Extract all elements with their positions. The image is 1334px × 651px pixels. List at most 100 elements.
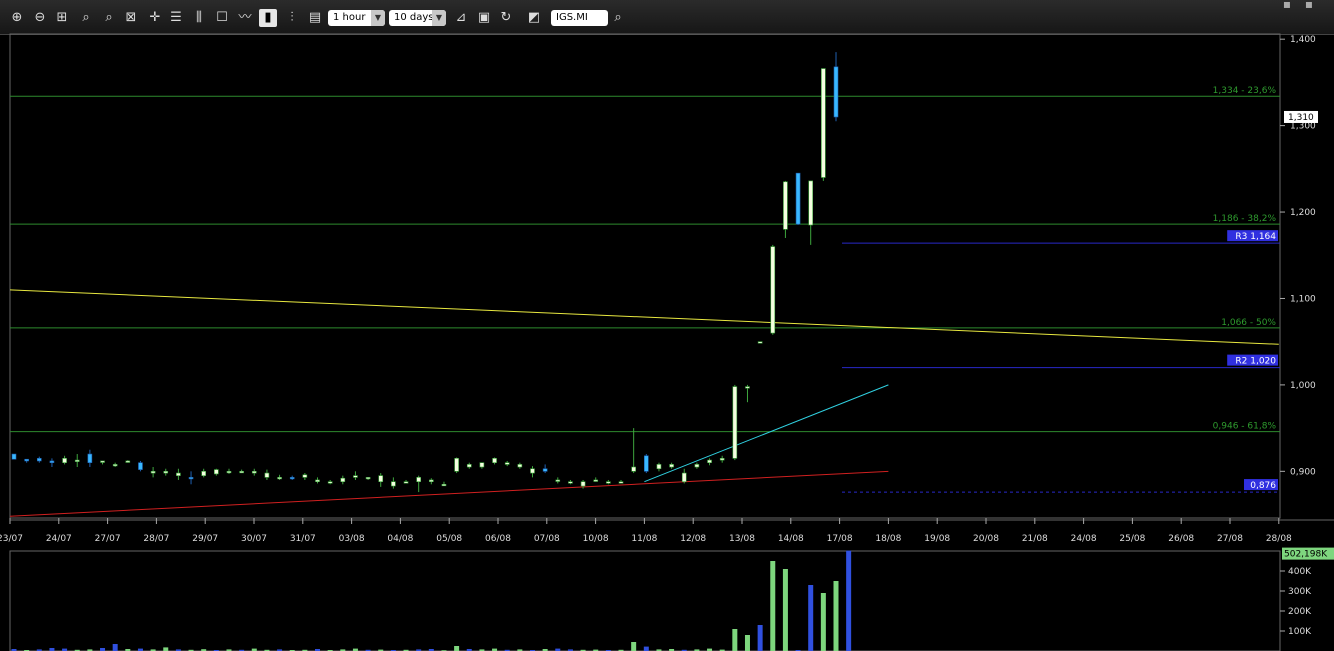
date-tick-label: 04/08: [387, 534, 413, 544]
candle-body: [138, 462, 143, 470]
candle-body: [289, 477, 295, 480]
volume-tick-label: 400K: [1288, 567, 1312, 577]
price-tick-label: 1,400: [1290, 35, 1316, 45]
price-tick-label: 1,300: [1290, 122, 1316, 132]
volume-bar: [454, 646, 460, 651]
price-axis: 1,400 1,300 1,200 1,100 1,000 0,900 1,310: [1280, 35, 1318, 477]
cyan-trendline: [644, 384, 889, 483]
candle-body: [150, 471, 156, 474]
candle-body: [163, 471, 169, 474]
candle-body: [783, 181, 788, 230]
candle-body: [606, 481, 611, 484]
candle-body: [112, 464, 118, 467]
candle-body: [517, 464, 523, 468]
date-tick-label: 14/08: [778, 534, 804, 544]
candle-body: [504, 462, 510, 465]
candle-body: [757, 341, 763, 344]
candle-body: [100, 460, 105, 463]
candle-body: [694, 464, 700, 468]
date-tick-label: 03/08: [339, 534, 365, 544]
date-tick-label: 24/08: [1071, 534, 1097, 544]
candle-body: [530, 468, 535, 474]
date-tick-label: 24/07: [46, 534, 72, 544]
candle-body: [441, 483, 447, 487]
candle-body: [302, 474, 308, 478]
candle-body: [644, 455, 649, 472]
candle-body: [365, 477, 371, 480]
date-tick-label: 05/08: [436, 534, 462, 544]
candle-body: [833, 66, 839, 118]
candle-body: [479, 462, 485, 468]
candle-body: [125, 460, 131, 463]
date-tick-label: 18/08: [875, 534, 901, 544]
candle-body: [36, 458, 42, 462]
candle-body: [542, 468, 548, 472]
yellow-trendline: [9, 289, 1279, 345]
candle-body: [201, 471, 206, 476]
candle-body: [251, 471, 257, 474]
volume-bar: [820, 593, 826, 651]
red-trendline: [9, 470, 889, 517]
pivot-label: R2 1,020: [1235, 357, 1276, 367]
candle-body: [62, 458, 67, 463]
volume-bar: [770, 561, 776, 651]
candle-body: [466, 464, 472, 468]
candle-body: [264, 472, 270, 478]
date-tick-label: 27/08: [1217, 534, 1243, 544]
candle-body: [580, 481, 586, 487]
date-tick-label: 07/08: [534, 534, 560, 544]
candle-body: [631, 466, 636, 472]
candle-body: [391, 481, 396, 487]
date-tick-label: 30/07: [241, 534, 267, 544]
volume-bar: [757, 625, 763, 651]
price-panel-frame: [9, 33, 1281, 519]
date-tick-label: 23/07: [0, 534, 23, 544]
volume-bar: [744, 635, 750, 651]
fib-label: 1,334 - 23,6%: [1213, 86, 1277, 96]
volume-tick-label: 300K: [1288, 587, 1312, 597]
candle-body: [656, 464, 662, 470]
candle-body: [340, 477, 346, 483]
candle-body: [11, 453, 17, 460]
volume-bar: [833, 581, 839, 651]
candle-body: [808, 180, 814, 226]
volume-tick-label: 100K: [1288, 627, 1312, 637]
date-tick-label: 28/07: [143, 534, 169, 544]
candle-body: [226, 471, 232, 474]
candle-body: [315, 479, 320, 483]
candle-body: [555, 479, 561, 482]
candle-body: [454, 458, 459, 472]
candle-body: [378, 475, 384, 482]
candle-body: [681, 472, 687, 482]
candle-body: [719, 458, 725, 461]
pivot-label: 0,876: [1250, 481, 1276, 491]
date-tick-label: 13/08: [729, 534, 755, 544]
date-tick-label: 25/08: [1119, 534, 1145, 544]
candle-body: [568, 481, 573, 484]
candle-body: [770, 246, 776, 334]
candle-body: [327, 481, 333, 484]
date-tick-label: 21/08: [1022, 534, 1048, 544]
volume-bar: [808, 585, 814, 651]
volume-axis: 400K 300K 200K 100K 502,198K: [1280, 547, 1334, 637]
volume-panel-frame: [9, 550, 1281, 651]
fib-label: 0,946 - 61,8%: [1213, 422, 1277, 432]
candle-body: [821, 68, 826, 178]
date-tick-label: 17/08: [827, 534, 853, 544]
candle-body: [732, 386, 738, 459]
date-tick-label: 11/08: [631, 534, 657, 544]
candle-body: [49, 460, 55, 463]
candle-body: [74, 459, 80, 462]
pivot-levels: R3 1,164 R2 1,020 0,876: [842, 230, 1280, 493]
candle-body: [214, 469, 219, 475]
volume-bar: [846, 550, 852, 651]
volume-bar: [732, 629, 738, 651]
candle-body: [416, 477, 421, 482]
fib-label: 1,186 - 38,2%: [1213, 214, 1277, 224]
candle-body: [403, 481, 409, 484]
candlestick-series: [11, 52, 839, 493]
candle-body: [277, 477, 282, 480]
candle-body: [24, 458, 29, 462]
vertical-gridlines: [9, 518, 1280, 524]
volume-tick-label: 200K: [1288, 607, 1312, 617]
